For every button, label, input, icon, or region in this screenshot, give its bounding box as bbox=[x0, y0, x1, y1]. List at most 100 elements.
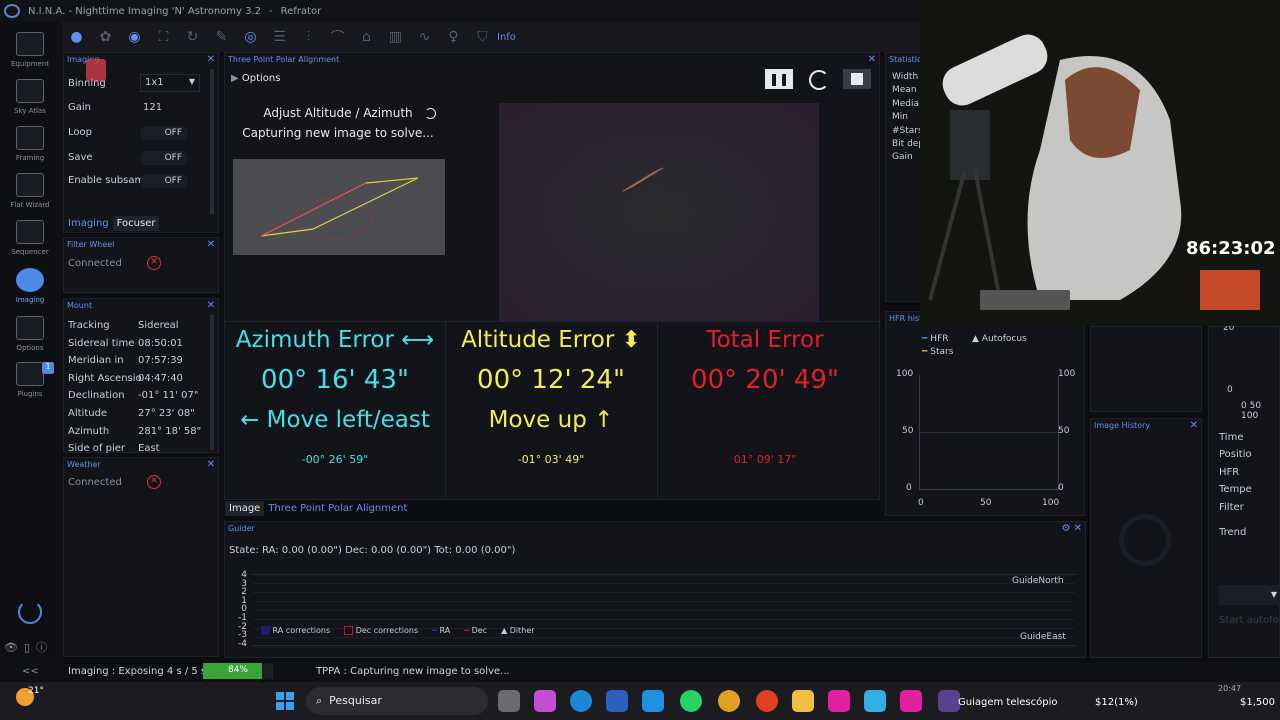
tab-imaging[interactable]: Imaging bbox=[64, 216, 113, 231]
nav-equipment[interactable]: Equipment bbox=[0, 32, 60, 68]
azimuth-move-hint: ← Move left/east bbox=[240, 407, 430, 433]
title-bar: N.I.N.A. - Nighttime Imaging 'N' Astrono… bbox=[0, 0, 920, 22]
step-status: Capturing new image to solve... bbox=[242, 126, 434, 140]
nav-imaging[interactable]: Imaging bbox=[0, 268, 60, 304]
focus-dropdown[interactable]: ▼ bbox=[1219, 585, 1280, 605]
sequencer-icon bbox=[16, 220, 44, 244]
stats-icon[interactable]: ▥ bbox=[381, 22, 410, 52]
taskbar-search[interactable]: ⌕ Pesquisar bbox=[306, 687, 488, 715]
chevron-down-icon: ▼ bbox=[1270, 590, 1277, 599]
task-view-icon[interactable] bbox=[498, 690, 520, 712]
close-icon[interactable]: ✕ bbox=[207, 459, 218, 470]
panel-title: Guider bbox=[228, 524, 255, 533]
restart-icon[interactable] bbox=[809, 70, 829, 90]
focus-label: Filter bbox=[1219, 501, 1244, 513]
stop-button[interactable] bbox=[843, 69, 871, 89]
scrollbar[interactable] bbox=[210, 315, 214, 450]
nav-flat-wizard[interactable]: Flat Wizard bbox=[0, 173, 60, 209]
camera-icon[interactable]: ● bbox=[62, 22, 91, 52]
scrollbar[interactable] bbox=[210, 69, 214, 214]
tppa-preview-thumbnail bbox=[233, 159, 445, 255]
nav-sequencer[interactable]: Sequencer bbox=[0, 220, 60, 256]
info-button[interactable]: Info bbox=[497, 22, 516, 52]
close-icon[interactable]: ⚙ ✕ bbox=[1061, 523, 1085, 534]
legend-stars: ━ Stars bbox=[922, 347, 953, 357]
nav-options[interactable]: Options bbox=[0, 316, 60, 352]
loop-toggle[interactable]: OFF bbox=[140, 126, 188, 140]
binning-select[interactable]: 1x1 ▼ bbox=[140, 74, 200, 92]
edge-icon[interactable] bbox=[570, 690, 592, 712]
nav-framing[interactable]: Framing bbox=[0, 126, 60, 162]
light-icon[interactable]: ♀ bbox=[439, 22, 468, 52]
chrome-icon[interactable] bbox=[718, 690, 740, 712]
webcam-overlay bbox=[920, 0, 1280, 326]
step-title: Adjust Altitude / Azimuth bbox=[263, 106, 413, 120]
tab-tppa[interactable]: Three Point Polar Alignment bbox=[264, 501, 411, 516]
switch-icon[interactable]: ☰ bbox=[265, 22, 294, 52]
stat-label: #Stars bbox=[892, 125, 921, 136]
azimuth-detail: -00° 26' 59" bbox=[301, 453, 369, 466]
close-icon[interactable]: ✕ bbox=[207, 300, 218, 311]
guide-east-label: GuideEast bbox=[1020, 632, 1066, 642]
nav-label: Plugins bbox=[17, 390, 43, 398]
subsample-toggle[interactable]: OFF bbox=[140, 174, 188, 188]
history-icon[interactable]: ∿ bbox=[410, 22, 439, 52]
shield-icon[interactable]: ⛉ bbox=[468, 22, 497, 52]
store-icon[interactable] bbox=[606, 690, 628, 712]
y-tick: 50 bbox=[902, 426, 914, 436]
windows-start-icon[interactable] bbox=[276, 692, 294, 710]
start-autofocus-button[interactable]: Start autofo bbox=[1219, 615, 1279, 626]
app-cube-icon[interactable] bbox=[642, 690, 664, 712]
app-icon[interactable] bbox=[828, 690, 850, 712]
tppa-panel: Three Point Polar Alignment ✕ ▶ Options ❚… bbox=[224, 52, 881, 500]
hfr-panel: HFR histo ━ HFR ━ Stars ▲ Autofocus 100 … bbox=[885, 311, 1085, 516]
focus-label: Tempe bbox=[1219, 484, 1252, 496]
dome-icon[interactable]: ◎ bbox=[236, 22, 265, 52]
pause-button[interactable]: ❚❚ bbox=[765, 69, 793, 89]
altitude-error-label: Altitude Error ⬍ bbox=[461, 327, 641, 353]
copilot-icon[interactable] bbox=[534, 690, 556, 712]
active-window-label[interactable]: Guiagem telescópio bbox=[958, 697, 1058, 708]
telescope-icon[interactable]: ↻ bbox=[178, 22, 207, 52]
panel-title: Three Point Polar Alignment bbox=[228, 55, 340, 64]
close-icon[interactable]: ✕ bbox=[207, 239, 218, 250]
power-icon[interactable] bbox=[18, 600, 42, 624]
app-title: N.I.N.A. - Nighttime Imaging 'N' Astrono… bbox=[28, 5, 262, 17]
nav-plugins[interactable]: Plugins 1 bbox=[0, 362, 60, 398]
close-icon[interactable]: ✕ bbox=[207, 54, 218, 65]
swatch: ━ bbox=[464, 626, 470, 635]
explorer-icon[interactable] bbox=[792, 690, 814, 712]
focus-label: HFR bbox=[1219, 466, 1240, 478]
close-icon[interactable]: ✕ bbox=[1190, 420, 1201, 431]
gain-input[interactable]: 121 bbox=[143, 102, 162, 113]
options-expander[interactable]: ▶ Options bbox=[231, 73, 280, 84]
collapse-icon[interactable]: << bbox=[22, 666, 39, 677]
nav-label: Flat Wizard bbox=[10, 201, 50, 209]
filter-wheel-icon[interactable]: ✿ bbox=[91, 22, 120, 52]
tab-image[interactable]: Image bbox=[225, 501, 265, 516]
binning-value: 1x1 bbox=[145, 77, 164, 88]
save-label: Save bbox=[68, 152, 93, 163]
safety-icon[interactable]: ⌒ bbox=[323, 22, 352, 52]
focus-label: Time bbox=[1219, 432, 1244, 443]
mount-label: Side of pier bbox=[68, 443, 126, 455]
close-icon[interactable]: ✕ bbox=[868, 54, 879, 65]
whatsapp-icon[interactable] bbox=[680, 690, 702, 712]
legend-hfr: ━ HFR bbox=[922, 334, 949, 344]
nav-sky-atlas[interactable]: Sky Atlas bbox=[0, 79, 60, 115]
tab-focuser[interactable]: Focuser bbox=[112, 216, 160, 231]
bottom-icons[interactable]: 👁▯ⓘ bbox=[4, 639, 53, 655]
app-icon[interactable] bbox=[864, 690, 886, 712]
weather-icon[interactable]: ⫶ bbox=[294, 22, 323, 52]
x-tick: 100 bbox=[1042, 498, 1060, 508]
flat-device-icon[interactable]: ⌂ bbox=[352, 22, 381, 52]
nina-taskbar-icon[interactable] bbox=[938, 690, 960, 712]
focuser-icon[interactable]: ◉ bbox=[120, 22, 149, 52]
guider-icon[interactable]: ✎ bbox=[207, 22, 236, 52]
x-tick: 0 50 100 bbox=[1241, 401, 1262, 421]
opera-icon[interactable] bbox=[756, 690, 778, 712]
save-toggle[interactable]: OFF bbox=[140, 151, 188, 165]
app-icon[interactable] bbox=[900, 690, 922, 712]
rotator-icon[interactable]: ⛶ bbox=[149, 22, 178, 52]
mount-label: Azimuth bbox=[68, 425, 110, 437]
